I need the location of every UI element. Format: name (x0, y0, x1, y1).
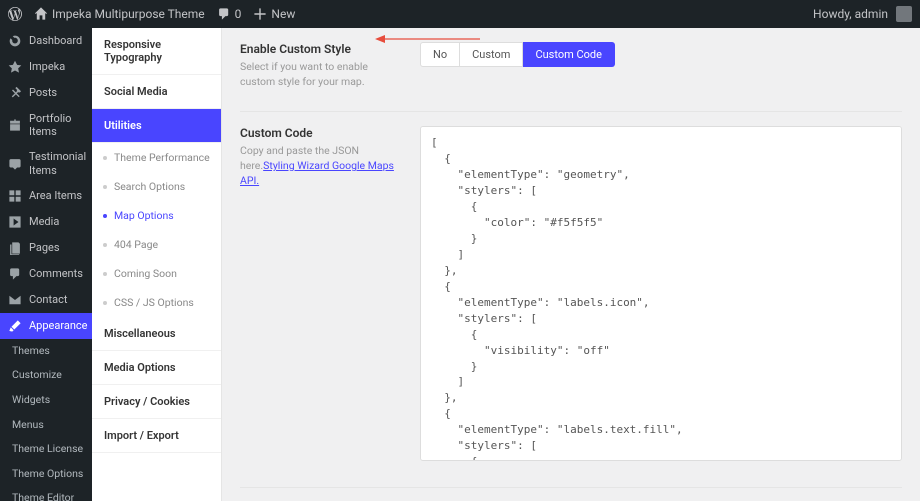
menu-dashboard[interactable]: Dashboard (0, 28, 92, 54)
sub-search-options[interactable]: Search Options (92, 172, 221, 201)
option-custom-code: Custom Code Copy and paste the JSON here… (240, 112, 902, 488)
comments-count[interactable]: 0 (217, 7, 242, 21)
plus-icon (253, 7, 267, 21)
pin-icon (8, 86, 22, 100)
wp-admin-menu: Dashboard Impeka Posts Portfolio Items T… (0, 28, 92, 501)
theme-options-sidebar: Responsive Typography Social Media Utili… (92, 28, 222, 501)
sub-404-page[interactable]: 404 Page (92, 230, 221, 259)
menu-appearance[interactable]: Appearance (0, 313, 92, 339)
submenu-options[interactable]: Theme Options (0, 462, 92, 487)
submenu-widgets[interactable]: Widgets (0, 388, 92, 413)
option-zoom-control: Enable Zoom Control Select if you want t… (240, 488, 902, 501)
style-button-group: No Custom Custom Code (420, 42, 902, 67)
cat-import-export[interactable]: Import / Export (92, 419, 221, 453)
media-icon (8, 215, 22, 229)
option-custom-style: Enable Custom Style Select if you want t… (240, 28, 902, 112)
submenu-menus[interactable]: Menus (0, 413, 92, 438)
howdy-user[interactable]: Howdy, admin (813, 6, 912, 22)
mail-icon (8, 293, 22, 307)
pages-icon (8, 241, 22, 255)
options-content: Enable Custom Style Select if you want t… (222, 28, 920, 501)
menu-portfolio[interactable]: Portfolio Items (0, 106, 92, 144)
star-icon (8, 60, 22, 74)
cat-responsive-typography[interactable]: Responsive Typography (92, 28, 221, 75)
menu-contact[interactable]: Contact (0, 287, 92, 313)
sub-coming-soon[interactable]: Coming Soon (92, 259, 221, 288)
opt-title: Custom Code (240, 126, 400, 140)
cat-social-media[interactable]: Social Media (92, 75, 221, 109)
comments-icon (8, 267, 22, 281)
opt-desc: Select if you want to enable custom styl… (240, 60, 400, 89)
sub-theme-performance[interactable]: Theme Performance (92, 143, 221, 172)
testimonial-icon (8, 157, 22, 171)
portfolio-icon (8, 118, 22, 132)
custom-code-textarea[interactable] (420, 126, 902, 461)
cat-media-options[interactable]: Media Options (92, 351, 221, 385)
menu-testimonial[interactable]: Testimonial Items (0, 144, 92, 182)
area-icon (8, 189, 22, 203)
wp-admin-bar: Impeka Multipurpose Theme 0 New Howdy, a… (0, 0, 920, 28)
cat-privacy-cookies[interactable]: Privacy / Cookies (92, 385, 221, 419)
new-content[interactable]: New (253, 7, 295, 21)
menu-pages[interactable]: Pages (0, 235, 92, 261)
avatar (896, 6, 912, 22)
comment-icon (217, 7, 231, 21)
submenu-themes[interactable]: Themes (0, 339, 92, 364)
menu-area[interactable]: Area Items (0, 183, 92, 209)
annotation-arrow (375, 30, 480, 48)
menu-posts[interactable]: Posts (0, 80, 92, 106)
dashboard-icon (8, 34, 22, 48)
site-name[interactable]: Impeka Multipurpose Theme (34, 7, 205, 21)
home-icon (34, 7, 48, 21)
btn-custom-code[interactable]: Custom Code (523, 42, 615, 67)
wp-logo[interactable] (8, 7, 22, 21)
sub-map-options[interactable]: Map Options (92, 201, 221, 230)
cat-miscellaneous[interactable]: Miscellaneous (92, 317, 221, 351)
opt-desc: Copy and paste the JSON here.Styling Wiz… (240, 144, 400, 188)
styling-wizard-link[interactable]: Styling Wizard Google Maps API. (240, 159, 394, 187)
menu-media[interactable]: Media (0, 209, 92, 235)
cat-utilities[interactable]: Utilities (92, 109, 221, 143)
submenu-license[interactable]: Theme License (0, 437, 92, 462)
brush-icon (8, 319, 22, 333)
submenu-editor[interactable]: Theme Editor (0, 486, 92, 501)
sub-css-js-options[interactable]: CSS / JS Options (92, 288, 221, 317)
submenu-customize[interactable]: Customize (0, 363, 92, 388)
menu-impeka[interactable]: Impeka (0, 54, 92, 80)
menu-comments[interactable]: Comments (0, 261, 92, 287)
